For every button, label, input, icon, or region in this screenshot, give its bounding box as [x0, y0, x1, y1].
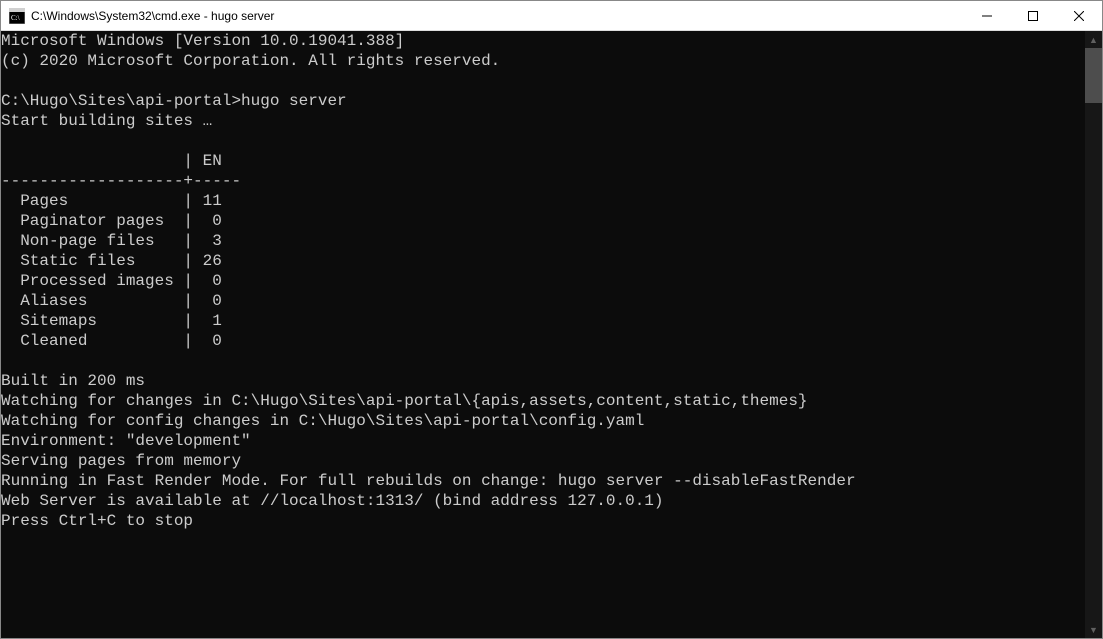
- window-title: C:\Windows\System32\cmd.exe - hugo serve…: [31, 9, 964, 23]
- titlebar: C:\ C:\Windows\System32\cmd.exe - hugo s…: [1, 1, 1102, 31]
- terminal-line: Non-page files | 3: [1, 231, 1085, 251]
- terminal-line: Built in 200 ms: [1, 371, 1085, 391]
- terminal-line: Processed images | 0: [1, 271, 1085, 291]
- scroll-thumb[interactable]: [1085, 48, 1102, 103]
- scroll-up-arrow-icon[interactable]: ▲: [1085, 31, 1102, 48]
- terminal-line: Static files | 26: [1, 251, 1085, 271]
- scroll-down-arrow-icon[interactable]: ▼: [1085, 621, 1102, 638]
- terminal-line: Aliases | 0: [1, 291, 1085, 311]
- terminal-line: Watching for config changes in C:\Hugo\S…: [1, 411, 1085, 431]
- minimize-button[interactable]: [964, 1, 1010, 30]
- terminal-line: C:\Hugo\Sites\api-portal>hugo server: [1, 91, 1085, 111]
- terminal-line: Running in Fast Render Mode. For full re…: [1, 471, 1085, 491]
- terminal-line: (c) 2020 Microsoft Corporation. All righ…: [1, 51, 1085, 71]
- terminal-line: Start building sites …: [1, 111, 1085, 131]
- terminal-line: | EN: [1, 151, 1085, 171]
- terminal-line: Press Ctrl+C to stop: [1, 511, 1085, 531]
- terminal-line: [1, 131, 1085, 151]
- maximize-button[interactable]: [1010, 1, 1056, 30]
- terminal-line: Web Server is available at //localhost:1…: [1, 491, 1085, 511]
- vertical-scrollbar[interactable]: ▲ ▼: [1085, 31, 1102, 638]
- terminal-line: [1, 351, 1085, 371]
- terminal-line: Sitemaps | 1: [1, 311, 1085, 331]
- terminal-line: Microsoft Windows [Version 10.0.19041.38…: [1, 31, 1085, 51]
- terminal-line: Pages | 11: [1, 191, 1085, 211]
- terminal-output[interactable]: Microsoft Windows [Version 10.0.19041.38…: [1, 31, 1085, 638]
- terminal-line: -------------------+-----: [1, 171, 1085, 191]
- svg-text:C:\: C:\: [11, 14, 20, 22]
- terminal-line: Serving pages from memory: [1, 451, 1085, 471]
- terminal-line: Cleaned | 0: [1, 331, 1085, 351]
- terminal-line: Paginator pages | 0: [1, 211, 1085, 231]
- terminal-line: [1, 71, 1085, 91]
- close-button[interactable]: [1056, 1, 1102, 30]
- cmd-icon: C:\: [9, 8, 25, 24]
- terminal-line: Watching for changes in C:\Hugo\Sites\ap…: [1, 391, 1085, 411]
- terminal-line: Environment: "development": [1, 431, 1085, 451]
- terminal-wrap: Microsoft Windows [Version 10.0.19041.38…: [1, 31, 1102, 638]
- terminal-line: [1, 531, 1085, 551]
- window-controls: [964, 1, 1102, 30]
